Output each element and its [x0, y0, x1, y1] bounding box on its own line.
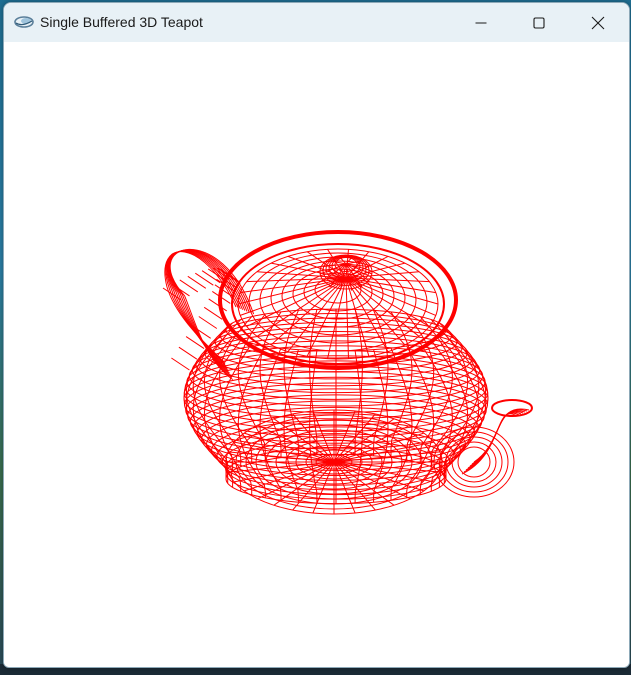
app-window: Single Buffered 3D Teapot	[3, 2, 630, 668]
render-canvas[interactable]	[4, 42, 629, 667]
minimize-button[interactable]	[453, 3, 509, 42]
opengl-app-icon	[14, 16, 34, 28]
window-title: Single Buffered 3D Teapot	[40, 14, 203, 30]
close-icon	[591, 16, 605, 29]
minimize-icon	[475, 22, 487, 23]
title-bar[interactable]: Single Buffered 3D Teapot	[4, 3, 629, 42]
teapot-wireframe	[162, 230, 533, 515]
close-button[interactable]	[570, 3, 626, 42]
maximize-button[interactable]	[511, 3, 567, 42]
maximize-icon	[533, 16, 545, 29]
